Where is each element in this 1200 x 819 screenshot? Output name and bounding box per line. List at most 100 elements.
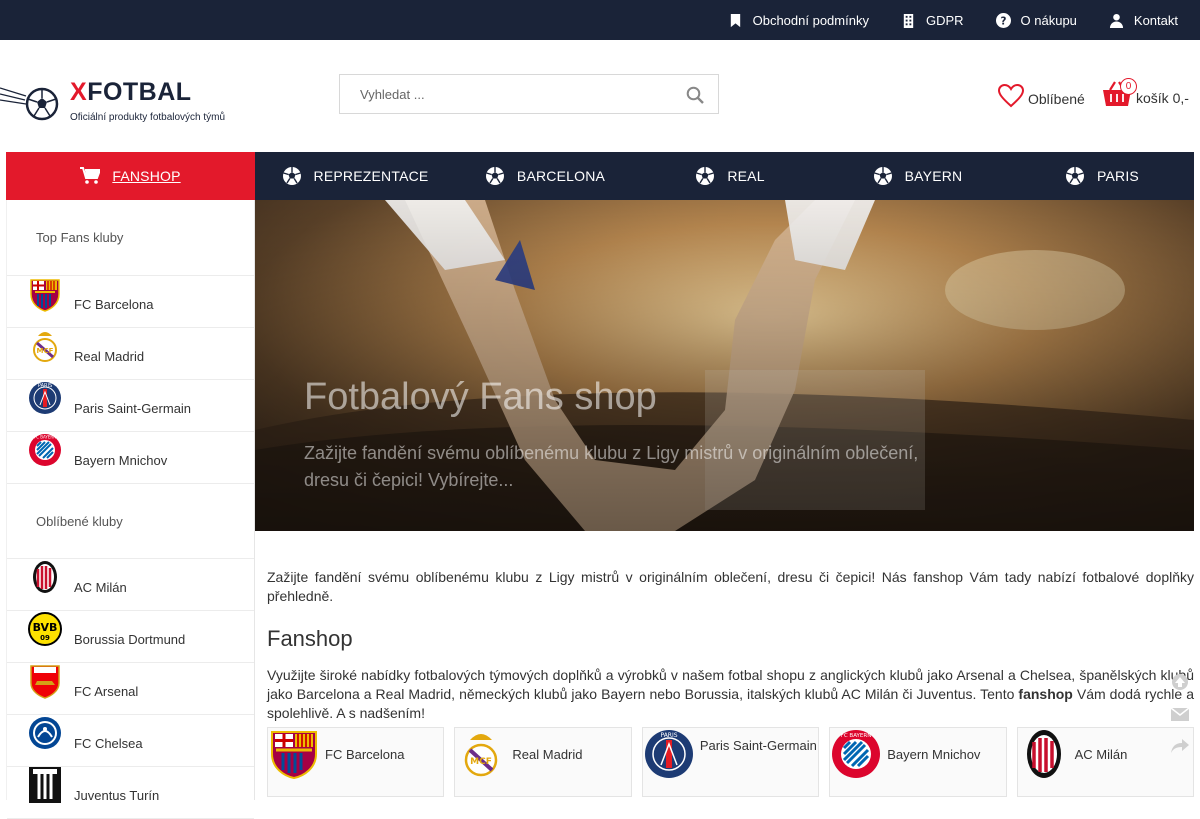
svg-text:MCF: MCF bbox=[37, 347, 54, 355]
nav-item-real[interactable]: REAL bbox=[635, 152, 825, 200]
ac-milan-crest-icon bbox=[1026, 730, 1061, 778]
logo-text: XFOTBAL bbox=[70, 78, 192, 106]
favorites-link[interactable]: Oblíbené bbox=[998, 84, 1085, 108]
nav-item-barcelona[interactable]: BARCELONA bbox=[455, 152, 635, 200]
sidebar-item-ac-milan[interactable]: AC Milán bbox=[7, 559, 254, 611]
real-madrid-crest-icon: MCF bbox=[33, 332, 57, 362]
logo-tagline: Oficiální produkty fotbalových týmů bbox=[70, 112, 226, 123]
top-link-label: GDPR bbox=[925, 12, 964, 28]
svg-text:PARIS: PARIS bbox=[660, 732, 677, 739]
sidebar-item-label: AC Milán bbox=[74, 580, 127, 595]
bayern-crest-icon: FC BAYERN bbox=[832, 730, 881, 778]
search-icon[interactable] bbox=[686, 86, 704, 104]
arsenal-crest-icon bbox=[30, 665, 60, 699]
top-link-label: Obchodní podmínky bbox=[752, 12, 869, 28]
juventus-crest-icon bbox=[29, 767, 61, 803]
share-button[interactable] bbox=[1168, 734, 1192, 758]
sidebar-item-label: Paris Saint-Germain bbox=[74, 401, 192, 416]
email-button[interactable] bbox=[1168, 702, 1192, 726]
sidebar-item-psg[interactable]: PARIS Paris Saint-Germain bbox=[7, 380, 254, 432]
svg-text:MCF: MCF bbox=[471, 757, 493, 767]
site-logo[interactable]: XFOTBAL Oficiální produkty fotbalových t… bbox=[0, 78, 240, 128]
sidebar-heading-top: Top Fans kluby bbox=[7, 200, 254, 276]
sidebar-item-arsenal[interactable]: FC Arsenal bbox=[7, 663, 254, 715]
club-cards: FC Barcelona MCF Real Madrid PARIS Paris… bbox=[267, 727, 1195, 797]
football-icon bbox=[282, 167, 301, 185]
section-heading: Fanshop bbox=[267, 626, 353, 651]
user-icon bbox=[1109, 13, 1123, 28]
sidebar-item-label: Borussia Dortmund bbox=[74, 632, 186, 647]
sidebar-item-barcelona[interactable]: FC Barcelona bbox=[7, 276, 254, 328]
sidebar-item-label: Bayern Mnichov bbox=[74, 453, 168, 468]
sidebar-item-label: Juventus Turín bbox=[74, 788, 160, 803]
football-logo-icon bbox=[0, 87, 59, 121]
sidebar-item-label: FC Barcelona bbox=[74, 297, 154, 312]
barcelona-crest-icon bbox=[30, 279, 60, 312]
floating-actions bbox=[1168, 670, 1192, 766]
question-icon: ? bbox=[995, 12, 1011, 28]
search-input[interactable] bbox=[340, 75, 660, 113]
football-icon bbox=[873, 167, 892, 185]
top-link-about[interactable]: ? O nákupu bbox=[995, 12, 1077, 28]
nav-label: REAL bbox=[727, 168, 765, 184]
sidebar-item-juventus[interactable]: Juventus Turín bbox=[7, 767, 254, 819]
club-card-label: Paris Saint-Germain bbox=[699, 738, 817, 753]
arrow-up-icon bbox=[1172, 674, 1188, 690]
envelope-icon bbox=[1170, 707, 1190, 721]
sidebar-item-real-madrid[interactable]: MCF Real Madrid bbox=[7, 328, 254, 380]
search-box bbox=[339, 74, 719, 114]
nav-item-bayern[interactable]: BAYERN bbox=[825, 152, 1010, 200]
sidebar-item-dortmund[interactable]: BVB 09 Borussia Dortmund bbox=[7, 611, 254, 663]
top-link-label: O nákupu bbox=[1020, 12, 1077, 28]
chelsea-crest-icon bbox=[29, 717, 61, 749]
scroll-top-button[interactable] bbox=[1168, 670, 1192, 694]
football-icon bbox=[485, 167, 504, 185]
svg-text:09: 09 bbox=[40, 634, 50, 642]
sidebar-item-label: FC Arsenal bbox=[74, 684, 139, 699]
body-paragraph: Využijte široké nabídky fotbalových týmo… bbox=[267, 667, 1194, 721]
real-madrid-crest-icon: MCF bbox=[465, 734, 498, 777]
sidebar-item-bayern[interactable]: FC BAYERN Bayern Mnichov bbox=[7, 432, 254, 484]
nav-item-paris[interactable]: PARIS bbox=[1010, 152, 1194, 200]
nav-item-reprezentace[interactable]: REPREZENTACE bbox=[255, 152, 455, 200]
top-bar: Obchodní podmínky GDPR ? O nákupu Kontak… bbox=[0, 0, 1200, 40]
top-links: Obchodní podmínky GDPR ? O nákupu Kontak… bbox=[728, 0, 1178, 40]
hero-title: Fotbalový Fans shop bbox=[304, 376, 657, 418]
heart-icon bbox=[998, 84, 1024, 108]
club-card-label: FC Barcelona bbox=[325, 747, 405, 762]
top-link-gdpr[interactable]: GDPR bbox=[901, 13, 964, 28]
hero-banner[interactable]: Fotbalový Fans shop Zažijte fandění svém… bbox=[255, 200, 1194, 531]
cart-count-badge: 0 bbox=[1120, 78, 1137, 95]
dortmund-crest-icon: BVB09 bbox=[28, 612, 62, 646]
sidebar-item-chelsea[interactable]: FC Chelsea bbox=[7, 715, 254, 767]
nav-item-fanshop[interactable]: FANSHOP bbox=[6, 152, 255, 200]
football-icon bbox=[696, 167, 715, 185]
intro-paragraph: Zažijte fandění svému oblíbenému klubu z… bbox=[267, 569, 1194, 604]
favorites-label: Oblíbené bbox=[1028, 91, 1085, 107]
top-link-contact[interactable]: Kontakt bbox=[1109, 13, 1178, 28]
sidebar-item-label: FC Chelsea bbox=[74, 736, 143, 751]
main-content: Zažijte fandění svému oblíbenému klubu z… bbox=[267, 568, 1194, 723]
club-card-real-madrid[interactable]: MCF Real Madrid bbox=[454, 727, 632, 797]
svg-text:PARIS: PARIS bbox=[38, 383, 52, 389]
nav-label: BARCELONA bbox=[516, 168, 606, 184]
fanshop-keyword: fanshop bbox=[1018, 686, 1073, 702]
psg-crest-icon: PARIS bbox=[644, 730, 693, 778]
club-card-bayern[interactable]: FC BAYERN Bayern Mnichov bbox=[829, 727, 1007, 797]
top-link-terms[interactable]: Obchodní podmínky bbox=[728, 13, 869, 28]
football-icon bbox=[1066, 167, 1084, 185]
nav-label: REPREZENTACE bbox=[313, 168, 429, 184]
cart-link[interactable]: 0 košík 0,- bbox=[1102, 78, 1189, 108]
cart-label: košík 0,- bbox=[1136, 90, 1189, 106]
share-icon bbox=[1171, 739, 1189, 753]
svg-text:FC BAYERN: FC BAYERN bbox=[841, 733, 872, 739]
sidebar-heading-favorites: Oblíbené kluby bbox=[7, 484, 254, 559]
club-card-psg[interactable]: PARIS Paris Saint-Germain bbox=[641, 727, 820, 797]
club-card-barcelona[interactable]: FC Barcelona bbox=[267, 727, 445, 797]
club-card-label: Real Madrid bbox=[512, 747, 583, 762]
nav-label: PARIS bbox=[1097, 168, 1139, 184]
top-link-label: Kontakt bbox=[1133, 12, 1178, 28]
svg-text:?: ? bbox=[1000, 15, 1006, 27]
nav-label: BAYERN bbox=[904, 168, 963, 184]
sidebar-item-label: Real Madrid bbox=[74, 349, 145, 364]
